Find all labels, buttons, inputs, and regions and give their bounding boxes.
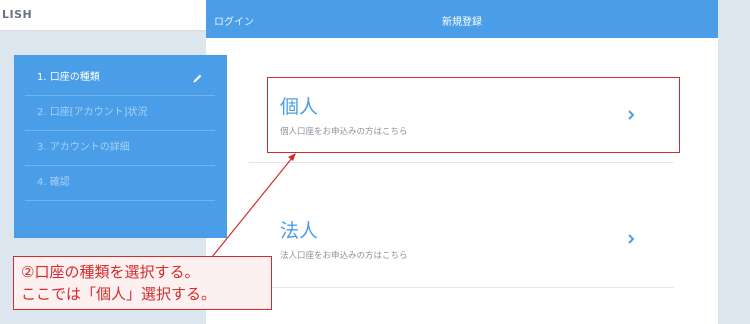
chevron-right-icon (628, 234, 635, 244)
step-confirm[interactable]: 4. 確認 (25, 166, 215, 201)
annotation-highlight-box (267, 77, 680, 153)
divider (249, 287, 674, 288)
divider (249, 162, 674, 163)
step-label: 4. 確認 (37, 177, 70, 188)
page-title: 新規登録 (442, 17, 482, 28)
step-label: 2. 口座[アカウント]状況 (37, 107, 148, 118)
steps-sidebar: 1. 口座の種類 2. 口座[アカウント]状況 3. アカウントの詳細 4. 確… (14, 55, 227, 238)
annotation-callout: ②口座の種類を選択する。 ここでは「個人」選択する。 (13, 256, 272, 310)
annotation-line: ②口座の種類を選択する。 (21, 263, 200, 281)
language-link[interactable]: LISH (2, 8, 32, 21)
step-label: 3. アカウントの詳細 (37, 142, 130, 153)
annotation-line: ここでは「個人」選択する。 (21, 285, 217, 303)
step-account-type[interactable]: 1. 口座の種類 (25, 61, 215, 96)
step-account-details[interactable]: 3. アカウントの詳細 (25, 131, 215, 166)
option-description: 法人口座をお申込みの方はこちら (280, 251, 408, 261)
option-corporate[interactable]: 法人 法人口座をお申込みの方はこちら (249, 202, 674, 278)
option-title: 法人 (280, 220, 319, 242)
step-account-status[interactable]: 2. 口座[アカウント]状況 (25, 96, 215, 131)
pencil-icon[interactable] (192, 73, 203, 84)
page-header: ログイン 新規登録 (206, 0, 718, 38)
top-bar: LISH (0, 0, 206, 31)
step-label: 1. 口座の種類 (37, 72, 100, 83)
